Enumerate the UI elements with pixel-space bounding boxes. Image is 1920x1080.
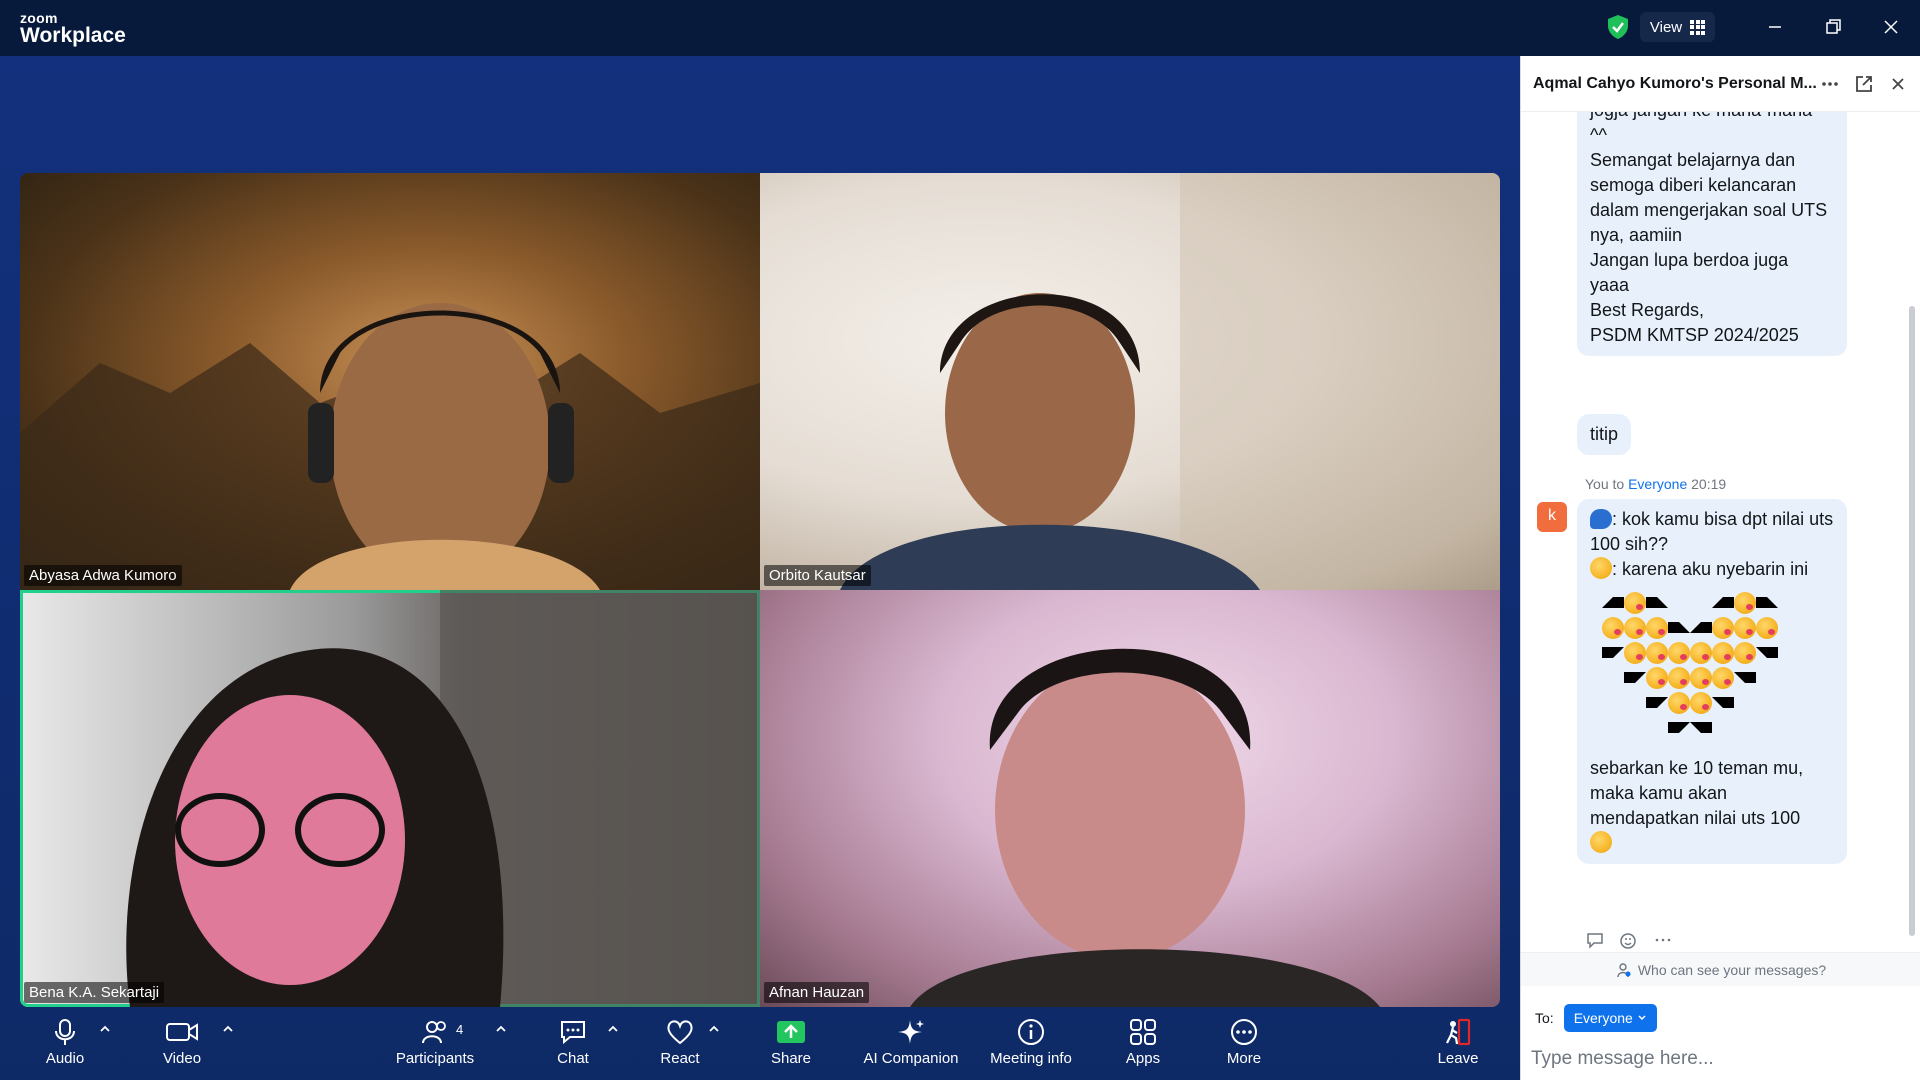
participant-name: Abyasa Adwa Kumoro bbox=[24, 565, 182, 586]
chevron-up-icon[interactable] bbox=[494, 1022, 508, 1036]
microphone-icon bbox=[55, 1019, 75, 1045]
message-more-icon[interactable] bbox=[1653, 930, 1673, 950]
avatar[interactable]: k bbox=[1537, 502, 1567, 532]
info-icon bbox=[1018, 1019, 1044, 1045]
reply-icon[interactable] bbox=[1585, 930, 1605, 950]
message-actions bbox=[1585, 930, 1673, 950]
apps-button[interactable]: Apps bbox=[1088, 1018, 1198, 1080]
message-text: sebarkan ke 10 teman mu, maka kamu akan … bbox=[1590, 758, 1804, 828]
title-bar: zoom Workplace View bbox=[0, 0, 1920, 56]
participants-label: Participants bbox=[395, 1050, 475, 1067]
video-feed bbox=[20, 303, 760, 590]
more-button[interactable]: More bbox=[1189, 1018, 1299, 1080]
video-label: Video bbox=[162, 1050, 202, 1067]
visibility-text: Who can see your messages? bbox=[1637, 961, 1827, 978]
chat-label: Chat bbox=[557, 1050, 589, 1067]
message-visibility-link[interactable]: Who can see your messages? bbox=[1521, 952, 1920, 986]
chat-message: titip bbox=[1577, 414, 1632, 455]
apps-label: Apps bbox=[1125, 1050, 1161, 1067]
participants-icon bbox=[422, 1021, 446, 1044]
message-line: : kok kamu bisa dpt nilai uts 100 sih?? bbox=[1590, 509, 1834, 554]
more-label: More bbox=[1226, 1050, 1262, 1067]
chat-title: Aqmal Cahyo Kumoro's Personal M... bbox=[1533, 74, 1817, 92]
restore-icon[interactable] bbox=[1818, 12, 1848, 42]
leave-button[interactable]: Leave bbox=[1403, 1018, 1513, 1080]
message-text: titip bbox=[1590, 424, 1619, 444]
video-feed bbox=[126, 590, 760, 1007]
video-feed bbox=[910, 648, 1380, 1007]
video-tile[interactable]: Orbito Kautsar bbox=[760, 173, 1500, 590]
heart-icon bbox=[667, 1020, 693, 1045]
video-tile[interactable]: Afnan Hauzan bbox=[760, 590, 1500, 1007]
chat-panel: Aqmal Cahyo Kumoro's Personal M... jogja… bbox=[1520, 56, 1920, 1080]
pop-out-icon[interactable] bbox=[1854, 74, 1874, 94]
smiling-face-icon bbox=[1590, 831, 1612, 853]
leave-icon bbox=[1446, 1018, 1471, 1046]
share-screen-icon bbox=[777, 1021, 805, 1043]
chat-scrollbar[interactable] bbox=[1909, 306, 1915, 936]
smiling-face-icon bbox=[1590, 557, 1612, 579]
close-chat-icon[interactable] bbox=[1888, 74, 1908, 94]
recipient-row: To: Everyone bbox=[1535, 1004, 1657, 1032]
participants-button[interactable]: Participants bbox=[380, 1018, 490, 1080]
video-grid: Abyasa Adwa Kumoro Orbito Kautsar Bena K… bbox=[20, 173, 1500, 1007]
message-meta: You to Everyone 20:19 bbox=[1585, 476, 1726, 492]
chat-icon bbox=[561, 1021, 585, 1045]
audio-label: Audio bbox=[45, 1050, 85, 1067]
chevron-up-icon[interactable] bbox=[606, 1022, 620, 1036]
leave-label: Leave bbox=[1437, 1050, 1479, 1067]
speaking-head-icon bbox=[1590, 509, 1612, 529]
react-label: React bbox=[660, 1050, 700, 1067]
minimize-icon[interactable] bbox=[1760, 12, 1790, 42]
message-input[interactable] bbox=[1531, 1044, 1901, 1074]
add-reaction-icon[interactable] bbox=[1619, 930, 1639, 950]
meta-from: You to bbox=[1585, 476, 1625, 492]
meeting-info-label: Meeting info bbox=[990, 1050, 1072, 1067]
apps-icon bbox=[1130, 1019, 1156, 1045]
zoom-logo: zoom Workplace bbox=[20, 11, 126, 47]
shield-icon[interactable] bbox=[1606, 14, 1630, 40]
ai-companion-button[interactable]: AI Companion bbox=[856, 1018, 966, 1080]
share-label: Share bbox=[770, 1050, 812, 1067]
chat-message: : kok kamu bisa dpt nilai uts 100 sih?? … bbox=[1577, 499, 1847, 864]
participant-name: Orbito Kautsar bbox=[764, 565, 871, 586]
message-list[interactable]: jogja jangan ke mana-mana ^^ Semangat be… bbox=[1521, 112, 1907, 952]
meeting-info-button[interactable]: Meeting info bbox=[976, 1018, 1086, 1080]
close-window-icon[interactable] bbox=[1876, 12, 1906, 42]
video-feed bbox=[840, 173, 1500, 590]
person-icon bbox=[1617, 962, 1631, 977]
message-line: : karena aku nyebarin ini bbox=[1612, 559, 1809, 579]
meta-recipient[interactable]: Everyone bbox=[1628, 476, 1687, 492]
recipient-dropdown[interactable]: Everyone bbox=[1563, 1004, 1657, 1032]
emoji-heart-art bbox=[1590, 590, 1790, 740]
grid-icon bbox=[1690, 19, 1706, 35]
chevron-up-icon[interactable] bbox=[707, 1022, 721, 1036]
chevron-up-icon[interactable] bbox=[221, 1022, 235, 1036]
video-tile-active[interactable]: Bena K.A. Sekartaji bbox=[20, 590, 760, 1007]
view-label: View bbox=[1649, 18, 1683, 36]
chevron-up-icon[interactable] bbox=[98, 1022, 112, 1036]
logo-small: zoom bbox=[20, 10, 58, 26]
meta-time: 20:19 bbox=[1691, 476, 1727, 492]
more-options-icon[interactable] bbox=[1820, 74, 1840, 94]
sparkle-icon bbox=[898, 1020, 924, 1044]
view-button[interactable]: View bbox=[1640, 12, 1715, 42]
camera-icon bbox=[166, 1023, 198, 1041]
participants-count: 4 bbox=[456, 1022, 464, 1037]
chevron-down-icon bbox=[1638, 1015, 1646, 1021]
chat-header: Aqmal Cahyo Kumoro's Personal M... bbox=[1521, 56, 1920, 112]
more-icon bbox=[1231, 1019, 1257, 1045]
ai-companion-label: AI Companion bbox=[863, 1050, 959, 1067]
meeting-toolbar: Audio Video Participants 4 Chat React Sh… bbox=[0, 1000, 1520, 1080]
message-text: jogja jangan ke mana-mana ^^ Semangat be… bbox=[1590, 112, 1828, 345]
meeting-area: Abyasa Adwa Kumoro Orbito Kautsar Bena K… bbox=[0, 56, 1520, 1080]
share-button[interactable]: Share bbox=[736, 1018, 846, 1080]
chat-message: jogja jangan ke mana-mana ^^ Semangat be… bbox=[1577, 112, 1847, 356]
logo-big: Workplace bbox=[20, 24, 126, 47]
to-label: To: bbox=[1535, 1010, 1554, 1026]
video-tile[interactable]: Abyasa Adwa Kumoro bbox=[20, 173, 760, 590]
recipient-value: Everyone bbox=[1573, 1010, 1633, 1026]
